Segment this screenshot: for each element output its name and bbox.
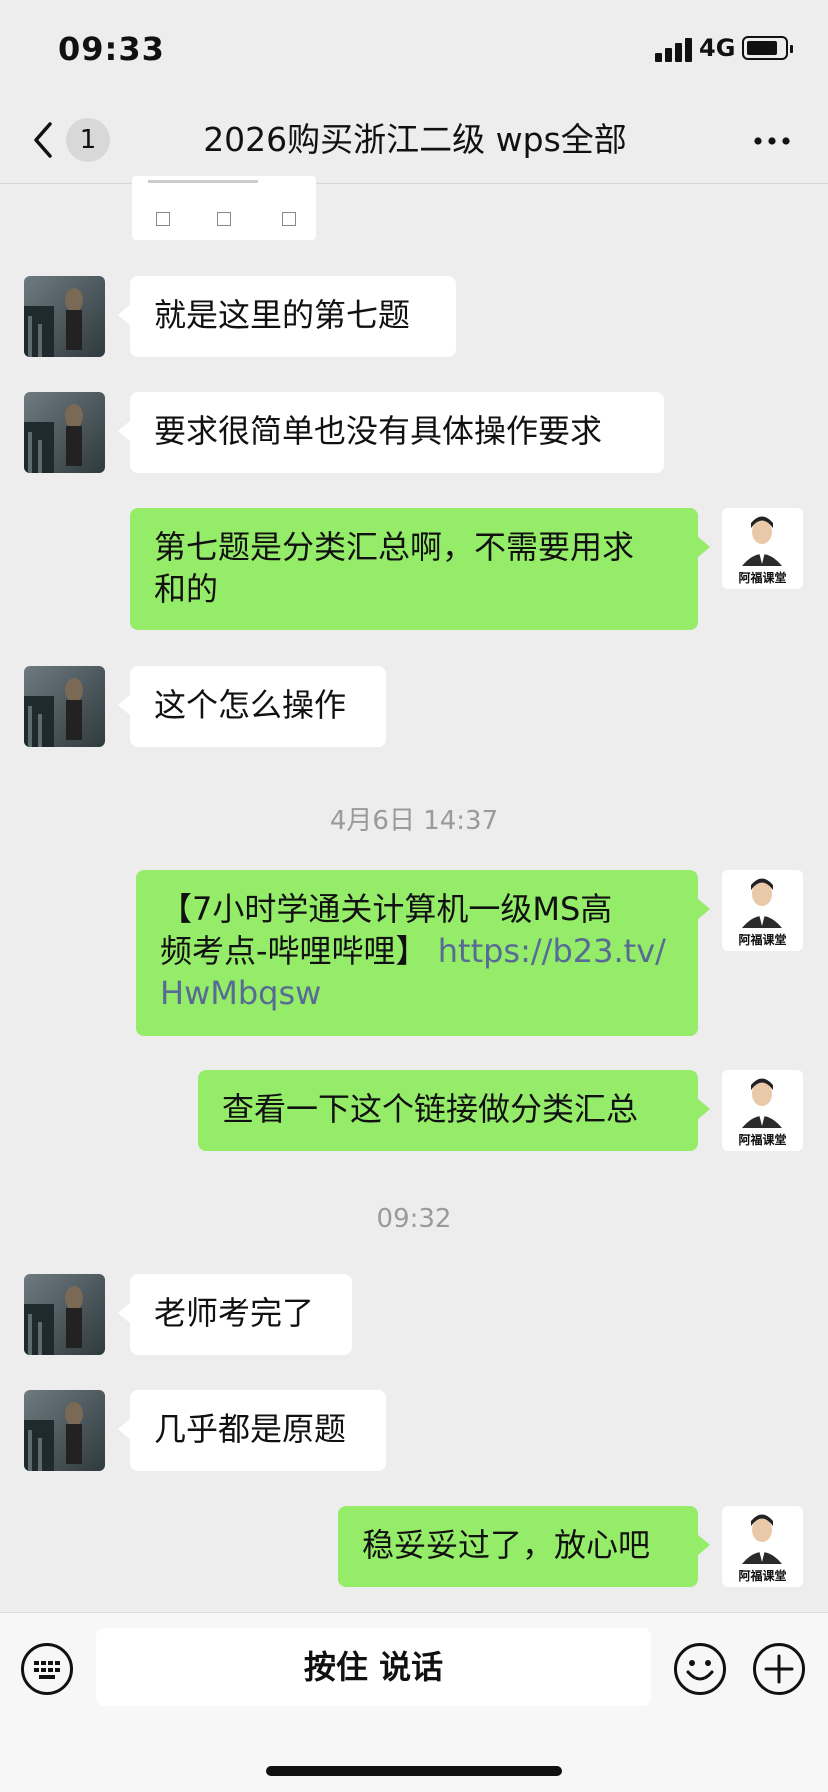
message-text-line: 频考点-哔哩哔哩】 (160, 932, 428, 970)
cellular-signal-icon (655, 38, 705, 62)
hold-to-talk-button[interactable]: 按住 说话 (96, 1628, 651, 1706)
teacher-avatar[interactable]: 阿福课堂 (722, 1506, 803, 1587)
message-text-line: 第七题是分类汇总啊，不需要用求 (154, 528, 635, 566)
back-chevron-icon[interactable] (28, 120, 60, 160)
contact-avatar[interactable] (24, 1274, 105, 1355)
message-timestamp: 4月6日 14:37 (329, 806, 499, 836)
message-timestamp: 09:32 (376, 1204, 452, 1234)
message-link[interactable]: https://b23.tv/ (438, 932, 666, 970)
contact-avatar[interactable] (24, 666, 105, 747)
battery-icon (742, 36, 793, 60)
message-text-line: 【7小时学通关计算机一级MS高 (160, 890, 613, 928)
message-bubble-outgoing[interactable]: 【7小时学通关计算机一级MS高 频考点-哔哩哔哩】 https://b23.tv… (136, 870, 710, 1036)
message-bubble-incoming[interactable]: 就是这里的第七题 (118, 276, 456, 357)
message-text: 几乎都是原题 (154, 1410, 347, 1448)
message-bubble-outgoing[interactable]: 第七题是分类汇总啊，不需要用求 和的 (130, 508, 710, 630)
previous-image-message[interactable] (132, 176, 316, 240)
network-type: 4G (699, 34, 736, 62)
home-indicator[interactable] (266, 1766, 562, 1776)
avatar-label-text: 阿福课堂 (738, 1568, 786, 1583)
message-text: 这个怎么操作 (154, 686, 347, 724)
keyboard-icon[interactable] (20, 1642, 74, 1696)
more-options-icon[interactable] (750, 126, 794, 156)
message-bubble-incoming[interactable]: 要求很简单也没有具体操作要求 (118, 392, 664, 473)
teacher-avatar[interactable]: 阿福课堂 (722, 870, 803, 951)
message-bubble-outgoing[interactable]: 查看一下这个链接做分类汇总 (198, 1070, 710, 1151)
message-bubble-incoming[interactable]: 老师考完了 (118, 1274, 352, 1355)
avatar-label-text: 阿福课堂 (738, 570, 786, 585)
avatar-label-text: 阿福课堂 (738, 932, 786, 947)
message-text: 老师考完了 (154, 1294, 315, 1332)
unread-count-badge[interactable]: 1 (66, 118, 110, 162)
emoji-icon[interactable] (673, 1642, 727, 1696)
message-bubble-incoming[interactable]: 这个怎么操作 (118, 666, 386, 747)
contact-avatar[interactable] (24, 392, 105, 473)
status-bar: 09:33 4G (0, 0, 828, 100)
message-bubble-incoming[interactable]: 几乎都是原题 (118, 1390, 386, 1471)
chat-title: 2026购买浙江二级 wps全部 (203, 120, 627, 159)
avatar-label-text: 阿福课堂 (738, 1132, 786, 1147)
message-text: 就是这里的第七题 (154, 296, 411, 334)
add-more-icon[interactable] (752, 1642, 806, 1696)
contact-avatar[interactable] (24, 1390, 105, 1471)
status-time: 09:33 (58, 30, 165, 68)
message-text: 要求很简单也没有具体操作要求 (154, 412, 603, 450)
teacher-avatar[interactable]: 阿福课堂 (722, 508, 803, 589)
contact-avatar[interactable] (24, 276, 105, 357)
message-link[interactable]: HwMbqsw (160, 972, 674, 1014)
teacher-avatar[interactable]: 阿福课堂 (722, 1070, 803, 1151)
message-bubble-outgoing[interactable]: 稳妥妥过了，放心吧 (338, 1506, 710, 1587)
message-text-line: 和的 (154, 570, 219, 608)
message-text: 查看一下这个链接做分类汇总 (222, 1090, 639, 1128)
message-text: 稳妥妥过了，放心吧 (362, 1526, 651, 1564)
